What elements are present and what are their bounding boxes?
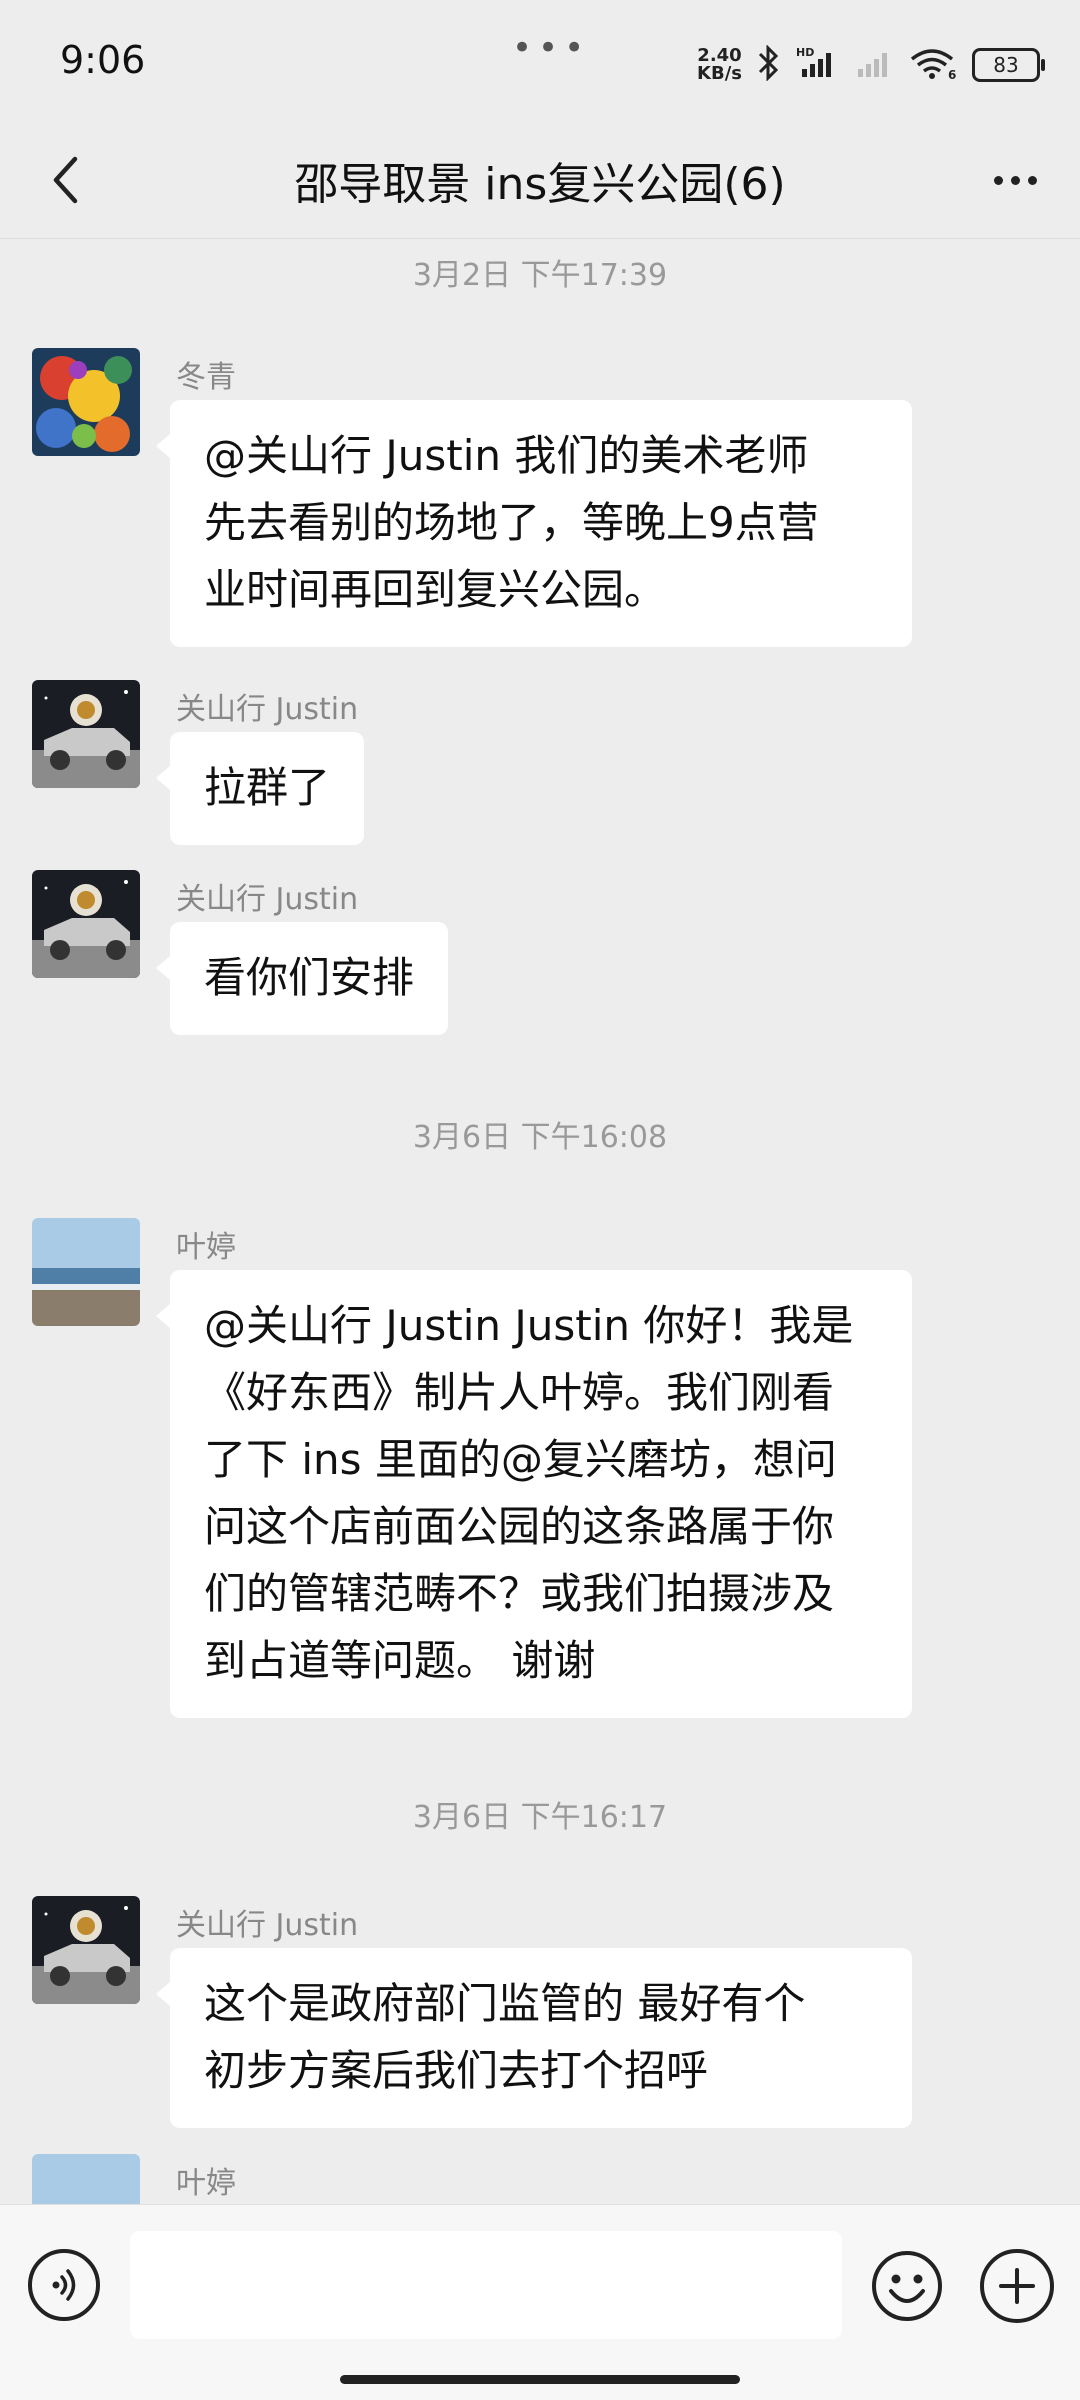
chat-title: 邵导取景 ins复兴公园(6): [294, 159, 786, 210]
wifi-6-icon: 6: [910, 45, 958, 85]
astronaut-car-avatar: [32, 1896, 140, 2004]
message-line: 了下 ins 里面的@复兴磨坊，想问: [204, 1435, 837, 1484]
message-line: @关山行 Justin 我们的美术老师: [204, 431, 809, 480]
message-bubble[interactable]: 这个是政府部门监管的 最好有个 初步方案后我们去打个招呼: [156, 1948, 912, 2128]
avatar[interactable]: [32, 2154, 140, 2204]
message-line: 到占道等问题。 谢谢: [204, 1636, 596, 1685]
battery-level: 83: [993, 53, 1019, 77]
timestamp: 3月6日 下午16:17: [412, 1800, 668, 1835]
emoji-icon: [872, 2251, 942, 2321]
sea-beach-avatar: [32, 2154, 140, 2204]
status-bar: 9:06 ••• 2.40 KB/s HD 6 83: [0, 0, 1080, 120]
message-line: @关山行 Justin Justin 你好！我是: [204, 1301, 854, 1350]
more-actions-button[interactable]: [980, 2249, 1054, 2323]
timestamp: 3月6日 下午16:08: [412, 1120, 668, 1155]
message-line: 先去看别的场地了，等晚上9点营: [204, 498, 819, 547]
avatar[interactable]: [32, 680, 140, 788]
more-dots-icon: [993, 175, 1003, 185]
avatar[interactable]: [32, 1896, 140, 2004]
message-input[interactable]: [130, 2231, 842, 2339]
back-button[interactable]: [36, 150, 96, 210]
signal-icon: [856, 45, 896, 85]
network-speed-unit: KB/s: [697, 63, 742, 84]
message-line: 这个是政府部门监管的 最好有个: [204, 1979, 806, 2028]
timestamp: 3月2日 下午17:39: [412, 258, 668, 293]
network-speed: 2.40 KB/s: [697, 47, 742, 83]
sender-name: 关山行 Justin: [176, 692, 359, 727]
chat-header: 邵导取景 ins复兴公园(6): [0, 120, 1080, 239]
message-bubble[interactable]: 拉群了: [155, 732, 365, 845]
message-bubble[interactable]: @关山行 Justin Justin 你好！我是 《好东西》制片人叶婷。我们刚看…: [156, 1270, 912, 1718]
svg-text:HD: HD: [796, 46, 814, 59]
message-bubble[interactable]: 看你们安排: [155, 922, 449, 1035]
status-dots-icon: •••: [512, 28, 591, 68]
message-line: 业时间再回到复兴公园。: [204, 565, 667, 614]
sender-name: 关山行 Justin: [176, 882, 359, 917]
message-line: 《好东西》制片人叶婷。我们刚看: [204, 1368, 835, 1417]
sender-name: 叶婷: [176, 2166, 236, 2201]
input-bar: [0, 2204, 1080, 2400]
message-bubble[interactable]: @关山行 Justin 我们的美术老师 先去看别的场地了，等晚上9点营 业时间再…: [156, 400, 912, 647]
message-line: 初步方案后我们去打个招呼: [204, 2046, 709, 2095]
astronaut-car-avatar: [32, 680, 140, 788]
voice-button[interactable]: [28, 2249, 100, 2321]
avatar[interactable]: [32, 348, 140, 456]
message-line: 们的管辖范畴不？或我们拍摄涉及: [204, 1569, 835, 1618]
sender-name: 关山行 Justin: [176, 1908, 359, 1943]
plus-icon: [999, 2268, 1035, 2304]
message-line: 问这个店前面公园的这条路属于你: [204, 1502, 835, 1551]
voice-icon: [52, 2269, 76, 2301]
battery-icon: 83: [972, 48, 1045, 82]
sender-name: 冬青: [176, 360, 236, 395]
more-button[interactable]: [980, 150, 1050, 210]
avatar[interactable]: [32, 1218, 140, 1326]
svg-text:6: 6: [948, 68, 956, 81]
home-indicator[interactable]: [340, 2375, 740, 2384]
chevron-left-icon: [53, 156, 78, 204]
status-icons: 2.40 KB/s HD 6 83: [697, 40, 1045, 90]
sender-name: 叶婷: [176, 1230, 236, 1265]
status-time: 9:06: [60, 38, 146, 82]
avatar[interactable]: [32, 870, 140, 978]
astronaut-car-avatar: [32, 870, 140, 978]
message-list[interactable]: 3月2日 下午17:39 冬青 @关山行 Justin 我们的美术老师 先去看别…: [0, 238, 1080, 2204]
message-line: 看你们安排: [204, 953, 415, 1002]
emoji-button[interactable]: [870, 2249, 944, 2323]
message-line: 拉群了: [204, 763, 331, 812]
colorful-abstract-avatar: [32, 348, 140, 456]
hd-signal-icon: HD: [796, 45, 842, 85]
chat-screen: 9:06 ••• 2.40 KB/s HD 6 83 邵导取景 ins复兴公园(…: [0, 0, 1080, 2400]
bluetooth-icon: [756, 44, 782, 85]
sea-beach-avatar: [32, 1218, 140, 1326]
